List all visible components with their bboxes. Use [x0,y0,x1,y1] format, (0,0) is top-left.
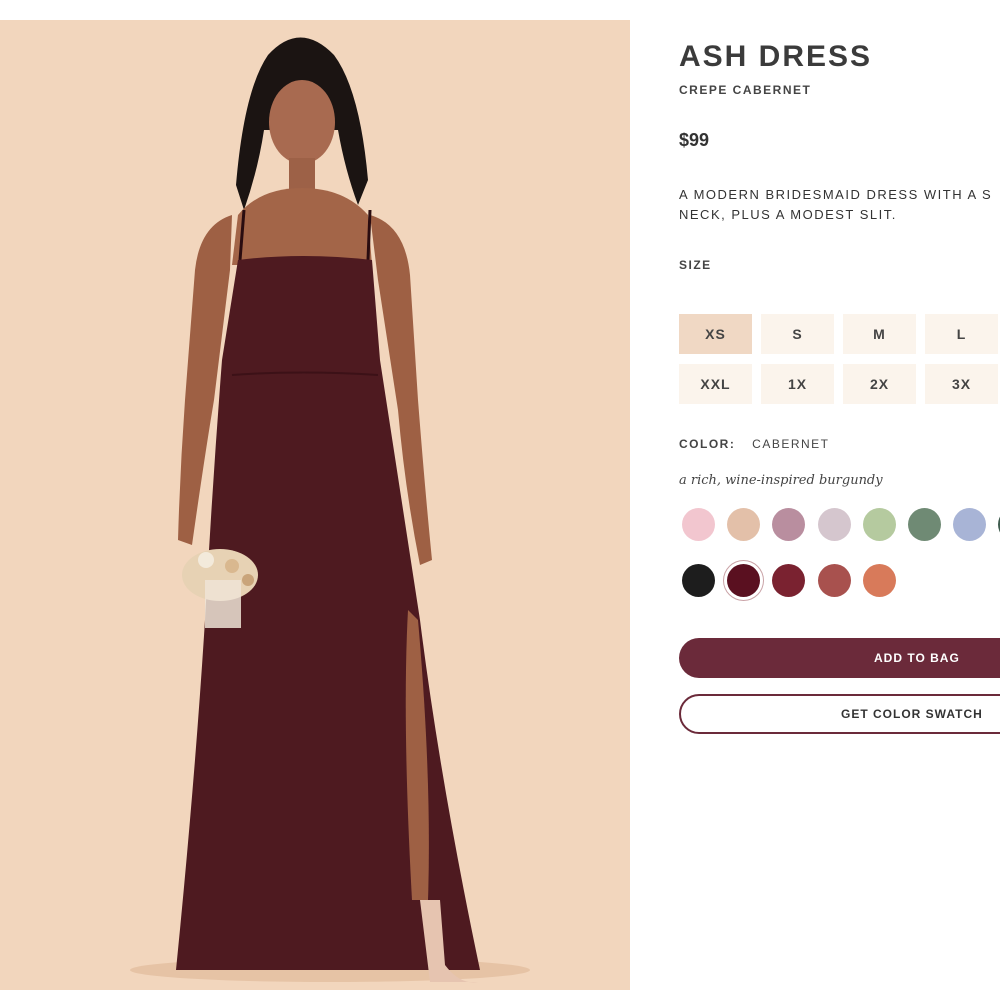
swatch-mauve[interactable] [772,508,805,541]
description-line-2: NECK, PLUS A MODEST SLIT. [679,207,897,222]
swatch-cabernet[interactable] [727,564,760,597]
size-button-xs[interactable]: XS [679,314,752,354]
color-value: CABERNET [752,437,830,451]
swatch-rose[interactable] [818,564,851,597]
size-button-l[interactable]: L [925,314,998,354]
product-details: ASH DRESS CREPE CABERNET $99 A MODERN BR… [679,0,1000,1000]
size-button-3x[interactable]: 3X [925,364,998,404]
swatch-sage[interactable] [863,508,896,541]
description-line-1: A MODERN BRIDESMAID DRESS WITH A S [679,187,993,202]
swatch-lilac[interactable] [818,508,851,541]
color-swatches [679,508,1000,598]
product-description: A MODERN BRIDESMAID DRESS WITH A S NECK,… [679,185,1000,225]
size-button-1x[interactable]: 1X [761,364,834,404]
model-dress-illustration [130,37,530,983]
swatch-light-pink[interactable] [682,508,715,541]
swatch-eucalyptus[interactable] [908,508,941,541]
size-button-s[interactable]: S [761,314,834,354]
swatch-terracotta[interactable] [863,564,896,597]
swatch-black[interactable] [682,564,715,597]
size-button-xxl[interactable]: XXL [679,364,752,404]
swatch-periwinkle[interactable] [953,508,986,541]
product-subtitle: CREPE CABERNET [679,83,812,97]
size-button-m[interactable]: M [843,314,916,354]
color-selection: COLOR: CABERNET [679,437,830,451]
color-description: a rich, wine-inspired burgundy [679,473,883,488]
get-color-swatch-button[interactable]: GET COLOR SWATCH [679,694,1000,734]
product-price: $99 [679,130,710,150]
color-label: COLOR: [679,437,736,451]
product-photo[interactable] [0,20,630,990]
swatch-burgundy[interactable] [772,564,805,597]
size-button-2x[interactable]: 2X [843,364,916,404]
add-to-bag-button[interactable]: ADD TO BAG [679,638,1000,678]
product-title: ASH DRESS [679,40,873,73]
size-label: SIZE [679,258,712,272]
swatch-champagne[interactable] [727,508,760,541]
